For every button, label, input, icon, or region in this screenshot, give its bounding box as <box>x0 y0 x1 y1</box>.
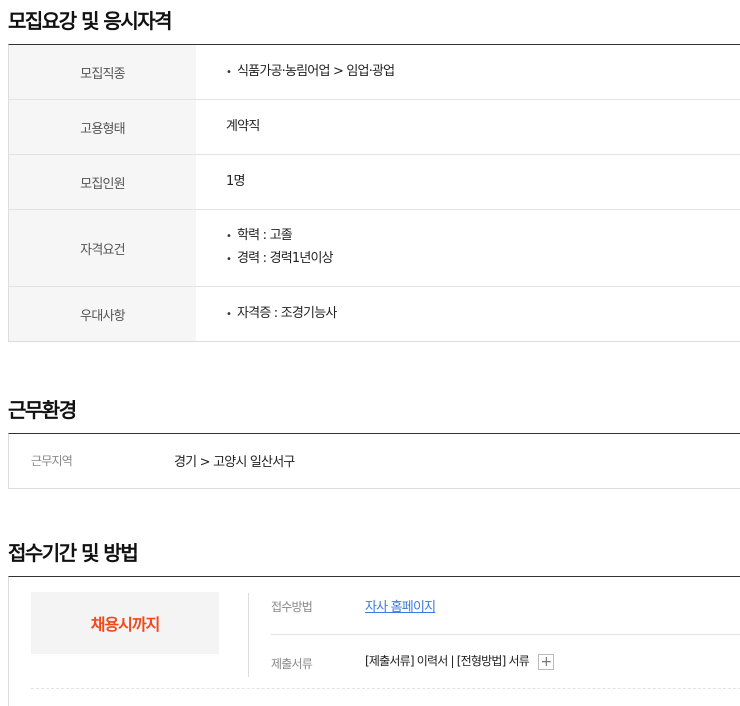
row-value-cell: 1명 <box>196 155 740 209</box>
expand-documents-button[interactable]: + <box>537 653 554 670</box>
documents-value: [제출서류] 이력서 | [전형방법] 서류 <box>365 654 530 668</box>
table-row: 모집직종 식품가공·농림어업 > 임업·광업 <box>9 45 740 100</box>
work-environment-box: 근무지역 경기 > 고양시 일산서구 <box>8 433 740 489</box>
documents-value-wrap: [제출서류] 이력서 | [전형방법] 서류 + <box>365 652 554 670</box>
row-label-employment: 고용형태 <box>9 100 196 154</box>
divider <box>271 634 740 635</box>
qualification-education: 학력 : 고졸 <box>226 225 740 248</box>
documents-label: 제출서류 <box>271 657 313 671</box>
headcount-value: 1명 <box>226 174 245 189</box>
work-location-label: 근무지역 <box>31 454 73 468</box>
method-value: 자사 홈페이지 <box>365 596 436 615</box>
divider <box>248 593 249 677</box>
recruitment-table: 모집직종 식품가공·농림어업 > 임업·광업 고용형태 계약직 모집인원 1명 … <box>8 44 740 342</box>
table-row: 자격요건 학력 : 고졸 경력 : 경력1년이상 <box>9 210 740 287</box>
dashed-divider <box>31 688 740 689</box>
table-row: 우대사항 자격증 : 조경기능사 <box>9 287 740 341</box>
work-location-value: 경기 > 고양시 일산서구 <box>174 455 295 470</box>
row-label-preference: 우대사항 <box>9 287 196 341</box>
table-row: 고용형태 계약직 <box>9 100 740 155</box>
section-title-application: 접수기간 및 방법 <box>8 541 139 565</box>
row-value-cell: 계약직 <box>196 100 740 154</box>
row-label-headcount: 모집인원 <box>9 155 196 209</box>
application-box: 채용시까지 접수방법 자사 홈페이지 제출서류 [제출서류] 이력서 | [전형… <box>8 576 740 706</box>
qualification-experience: 경력 : 경력1년이상 <box>226 248 740 271</box>
row-label-job-type: 모집직종 <box>9 45 196 99</box>
table-row: 모집인원 1명 <box>9 155 740 210</box>
section-title-work-environment: 근무환경 <box>8 398 77 422</box>
row-label-qualification: 자격요건 <box>9 210 196 286</box>
deadline-badge: 채용시까지 <box>31 592 219 654</box>
row-value-cell: 학력 : 고졸 경력 : 경력1년이상 <box>196 210 740 286</box>
preference-value: 자격증 : 조경기능사 <box>226 303 740 326</box>
company-homepage-link[interactable]: 자사 홈페이지 <box>365 600 436 615</box>
method-label: 접수방법 <box>271 600 313 614</box>
employment-value: 계약직 <box>226 119 260 134</box>
row-value-cell: 식품가공·농림어업 > 임업·광업 <box>196 45 740 99</box>
job-type-value: 식품가공·농림어업 > 임업·광업 <box>226 61 740 84</box>
section-title-recruitment: 모집요강 및 응시자격 <box>8 9 173 33</box>
row-value-cell: 자격증 : 조경기능사 <box>196 287 740 341</box>
